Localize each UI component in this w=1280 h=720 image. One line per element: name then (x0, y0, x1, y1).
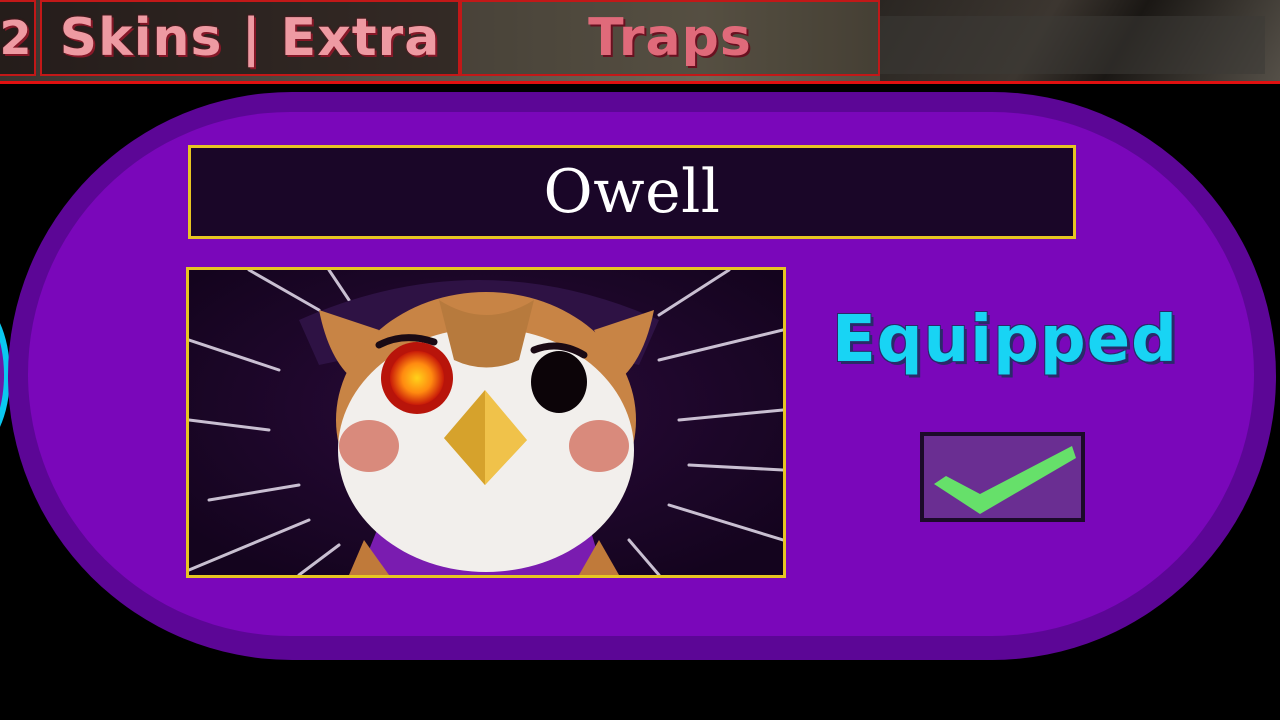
top-tab-bar: 2 Skins | Extra Traps (0, 0, 1280, 84)
tab-previous-label: 2 (0, 11, 33, 65)
skin-portrait (186, 267, 786, 578)
owl-character-image (189, 270, 783, 575)
tab-traps[interactable]: Traps (460, 0, 880, 76)
tab-bar-empty-slot (880, 16, 1265, 74)
skin-name-banner: Owell (188, 145, 1076, 239)
equip-toggle-button[interactable] (920, 432, 1085, 522)
tab-skins-extra-label: Skins | Extra (59, 8, 441, 68)
tab-skins-extra[interactable]: Skins | Extra (40, 0, 460, 76)
tab-bar-divider (0, 81, 1280, 84)
skin-name: Owell (543, 157, 721, 227)
tab-traps-label: Traps (588, 8, 752, 68)
checkmark-icon (934, 446, 1076, 514)
equipped-status-label: Equipped (832, 303, 1178, 377)
tab-previous[interactable]: 2 (0, 0, 36, 76)
